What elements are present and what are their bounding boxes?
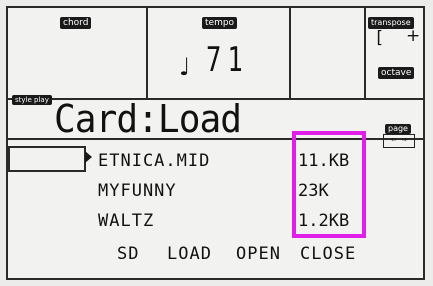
transpose-value[interactable]: [: [374, 28, 384, 48]
close-button[interactable]: CLOSE: [300, 244, 356, 264]
sd-button[interactable]: SD: [117, 244, 139, 264]
divider: [364, 8, 366, 98]
tempo-label: tempo: [202, 17, 238, 29]
cursor-arrow-icon: [85, 151, 92, 163]
page-title: Card:Load: [54, 97, 242, 141]
quarter-note-icon: ♩: [179, 53, 191, 81]
transpose-sign: +: [406, 26, 421, 46]
file-item[interactable]: MYFUNNY: [98, 181, 177, 201]
divider: [146, 8, 148, 98]
mode-label: style play: [12, 95, 52, 105]
divider: [289, 8, 291, 98]
file-item[interactable]: ETNICA.MID: [98, 151, 210, 171]
selection-box[interactable]: [8, 146, 86, 172]
file-item[interactable]: WALTZ: [98, 211, 154, 231]
octave-label: octave: [378, 67, 415, 79]
page-label: page: [385, 124, 411, 134]
load-button[interactable]: LOAD: [167, 244, 212, 264]
chord-label: chord: [60, 17, 92, 29]
page-arrows-icon[interactable]: ⇦ ⇨: [383, 134, 415, 148]
open-button[interactable]: OPEN: [236, 244, 281, 264]
tempo-value[interactable]: 71: [206, 40, 249, 80]
size-column-highlight: [292, 131, 366, 238]
